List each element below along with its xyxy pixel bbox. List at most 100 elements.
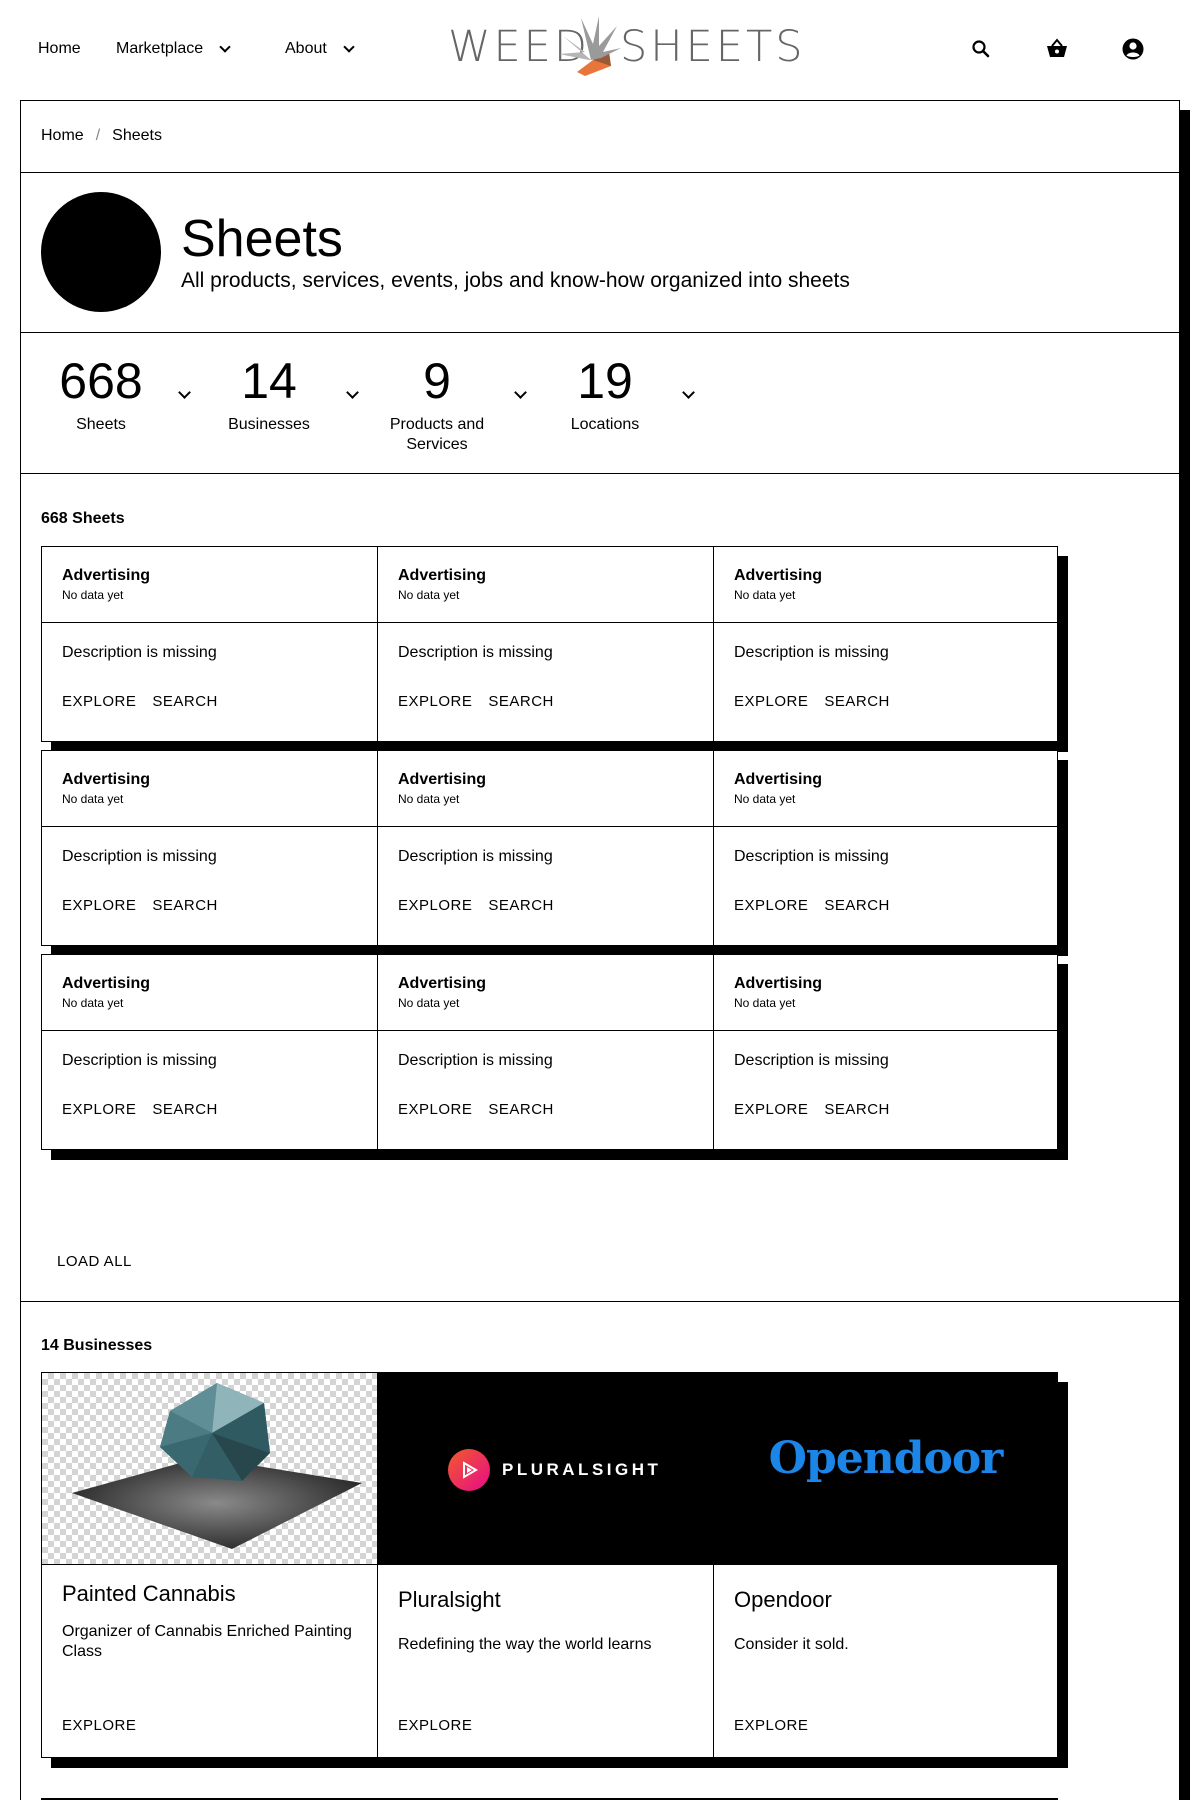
sheet-card-title[interactable]: Advertising (62, 567, 150, 585)
sheet-card-subtitle: No data yet (398, 588, 460, 602)
breadcrumb-home[interactable]: Home (41, 127, 84, 145)
explore-button[interactable]: EXPLORE (62, 897, 136, 914)
divider (42, 622, 385, 623)
stat-sheets: 668 Sheets (36, 351, 166, 435)
sheet-card-title[interactable]: Advertising (62, 771, 150, 789)
sheet-card-body: Advertising No data yet Description is mis… (713, 546, 1058, 742)
sheet-card-body: Advertising No data yet Description is mis… (41, 954, 386, 1150)
explore-button[interactable]: EXPLORE (398, 1101, 472, 1118)
sheet-card-actions: EXPLORE SEARCH (398, 1101, 554, 1118)
sheet-card: Advertising No data yet Description is mis… (713, 750, 1068, 956)
sheet-card-body: Advertising No data yet Description is mis… (713, 750, 1058, 946)
sheet-card-title[interactable]: Advertising (398, 975, 486, 993)
sheet-card: Advertising No data yet Description is mis… (41, 954, 396, 1160)
chevron-down-icon[interactable] (346, 386, 359, 399)
site-logo[interactable]: WEED SHEETS (448, 14, 803, 78)
breadcrumb-current: Sheets (112, 127, 162, 144)
search-button[interactable]: SEARCH (152, 1101, 218, 1118)
nav-about[interactable]: About (285, 40, 355, 58)
business-name[interactable]: Opendoor (734, 1587, 832, 1613)
divider (21, 172, 1179, 173)
business-card: Opendoor Opendoor Consider it sold. EXPL… (713, 1372, 1068, 1768)
chevron-down-icon[interactable] (178, 386, 191, 399)
crystal-render-image (72, 1383, 362, 1549)
stat-value: 14 (241, 353, 297, 409)
sheet-card-description: Description is missing (734, 644, 889, 661)
sheet-card-title[interactable]: Advertising (734, 975, 822, 993)
stat-value: 668 (59, 353, 143, 409)
explore-button[interactable]: EXPLORE (62, 1101, 136, 1118)
sheet-card-actions: EXPLORE SEARCH (734, 1101, 890, 1118)
explore-button[interactable]: EXPLORE (734, 897, 808, 914)
search-button[interactable]: SEARCH (488, 897, 554, 914)
explore-button[interactable]: EXPLORE (62, 693, 136, 710)
divider (714, 1030, 1057, 1031)
explore-button[interactable]: EXPLORE (398, 1717, 472, 1734)
business-name[interactable]: Painted Cannabis (62, 1581, 236, 1607)
chevron-down-icon[interactable] (514, 386, 527, 399)
sheet-card-description: Description is missing (734, 1052, 889, 1069)
account-icon[interactable] (1120, 36, 1146, 62)
sheet-card-description: Description is missing (62, 1052, 217, 1069)
explore-button[interactable]: EXPLORE (398, 693, 472, 710)
chevron-down-icon (219, 40, 231, 53)
sheet-card-subtitle: No data yet (398, 792, 460, 806)
sheet-card-description: Description is missing (398, 848, 553, 865)
divider (42, 826, 385, 827)
search-button[interactable]: SEARCH (824, 1101, 890, 1118)
sheet-card-body: Advertising No data yet Description is mis… (41, 750, 386, 946)
sheet-card: Advertising No data yet Description is mis… (377, 546, 732, 752)
sheet-card-subtitle: No data yet (734, 996, 796, 1010)
stat-locations: 19 Locations (540, 351, 670, 435)
businesses-section-title: 14 Businesses (41, 1337, 153, 1354)
search-button[interactable]: SEARCH (488, 1101, 554, 1118)
basket-icon[interactable] (1044, 36, 1070, 62)
explore-button[interactable]: EXPLORE (734, 1717, 808, 1734)
nav-home[interactable]: Home (38, 40, 81, 58)
sheet-card: Advertising No data yet Description is mis… (713, 546, 1068, 752)
explore-button[interactable]: EXPLORE (734, 1101, 808, 1118)
page-title: Sheets (181, 210, 343, 268)
sheet-card-title[interactable]: Advertising (734, 567, 822, 585)
search-button[interactable]: SEARCH (824, 693, 890, 710)
load-all-button[interactable]: LOAD ALL (57, 1253, 132, 1270)
breadcrumb: Home / Sheets (41, 127, 162, 145)
search-button[interactable]: SEARCH (152, 693, 218, 710)
sheet-card-subtitle: No data yet (62, 792, 124, 806)
sheet-card-title[interactable]: Advertising (62, 975, 150, 993)
sheet-card-subtitle: No data yet (734, 588, 796, 602)
main-panel-body: Home / Sheets Sheets All products, servi… (20, 100, 1180, 1800)
sheet-card-title[interactable]: Advertising (734, 771, 822, 789)
divider (378, 1030, 721, 1031)
chevron-down-icon (343, 40, 355, 53)
search-icon[interactable] (968, 36, 994, 62)
sheet-card-subtitle: No data yet (734, 792, 796, 806)
business-image (42, 1373, 385, 1565)
business-card-body: Painted Cannabis Organizer of Cannabis E… (41, 1372, 386, 1758)
page-subtitle: All products, services, events, jobs and… (181, 269, 850, 292)
nav-about-label: About (285, 40, 327, 57)
sheet-card-actions: EXPLORE SEARCH (734, 897, 890, 914)
chevron-down-icon[interactable] (682, 386, 695, 399)
search-button[interactable]: SEARCH (824, 897, 890, 914)
nav-home-label: Home (38, 40, 81, 57)
search-button[interactable]: SEARCH (488, 693, 554, 710)
sheet-card-title[interactable]: Advertising (398, 567, 486, 585)
explore-button[interactable]: EXPLORE (734, 693, 808, 710)
sheet-card: Advertising No data yet Description is mis… (713, 954, 1068, 1160)
cannabis-leaf-icon (559, 16, 621, 76)
sheet-card-subtitle: No data yet (62, 996, 124, 1010)
explore-button[interactable]: EXPLORE (62, 1717, 136, 1734)
divider (21, 473, 1179, 474)
sheet-card-body: Advertising No data yet Description is mis… (713, 954, 1058, 1150)
sheet-card-title[interactable]: Advertising (398, 771, 486, 789)
avatar (41, 192, 161, 312)
explore-button[interactable]: EXPLORE (398, 897, 472, 914)
business-name[interactable]: Pluralsight (398, 1587, 501, 1613)
business-image: Opendoor (714, 1373, 1057, 1565)
sheet-card-subtitle: No data yet (62, 588, 124, 602)
sheet-card-actions: EXPLORE SEARCH (62, 897, 218, 914)
search-button[interactable]: SEARCH (152, 897, 218, 914)
sheet-card-body: Advertising No data yet Description is mis… (41, 546, 386, 742)
nav-marketplace[interactable]: Marketplace (116, 40, 231, 58)
